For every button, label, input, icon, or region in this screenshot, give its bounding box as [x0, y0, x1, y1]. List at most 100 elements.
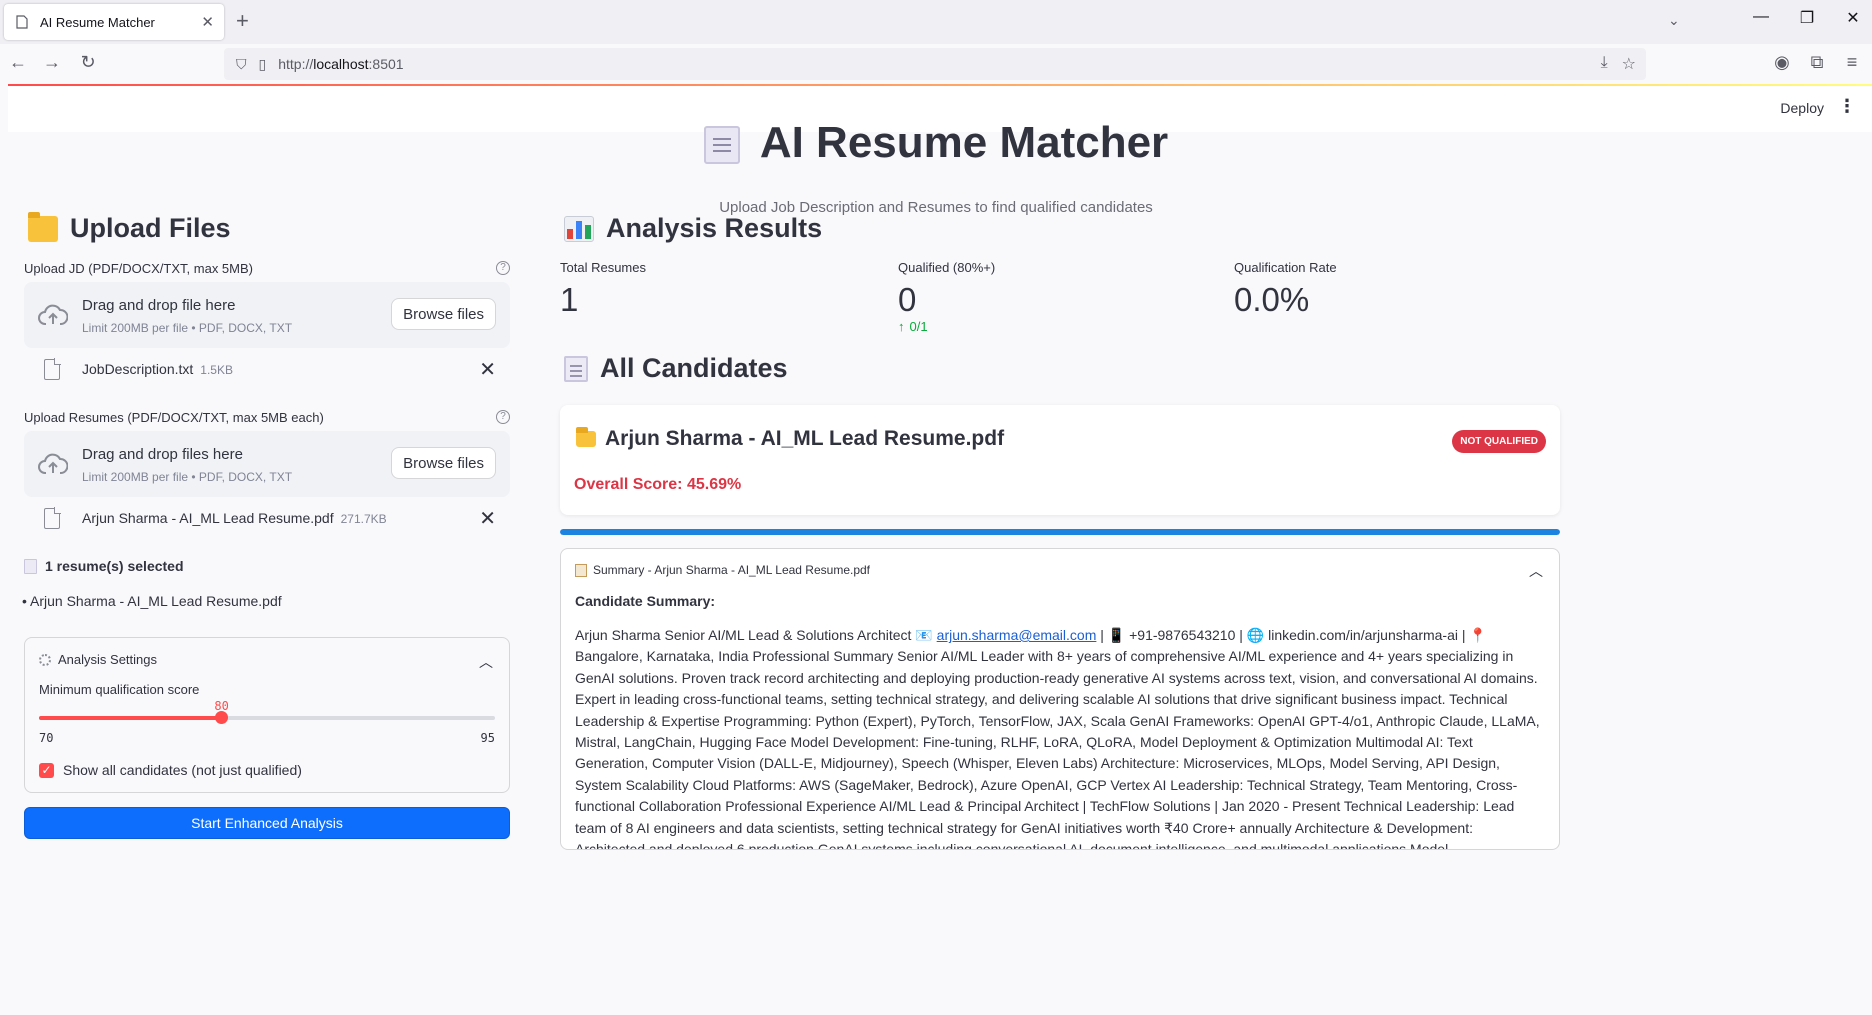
checkbox-checked-icon[interactable]: ✓ — [39, 762, 54, 778]
start-analysis-button[interactable]: Start Enhanced Analysis — [24, 807, 510, 839]
page-icon — [14, 14, 30, 30]
score-progress-bar — [560, 529, 1560, 535]
resumes-upload-label: Upload Resumes (PDF/DOCX/TXT, max 5MB ea… — [24, 410, 324, 425]
summary-header-text: Summary - Arjun Sharma - AI_ML Lead Resu… — [593, 563, 871, 577]
jd-drop-limit: Limit 200MB per file • PDF, DOCX, TXT — [82, 321, 293, 335]
jd-browse-button[interactable]: Browse files — [391, 298, 496, 330]
metric-label: Qualification Rate — [1234, 260, 1337, 275]
cloud-upload-icon — [38, 453, 68, 474]
chevron-up-icon[interactable]: ︿ — [479, 652, 493, 672]
selected-count: 1 resume(s) selected — [24, 558, 184, 574]
summary-text-part: | 📱 +91-9876543210 | 🌐 linkedin.com/in/a… — [575, 627, 1540, 850]
results-heading: Analysis Results — [564, 213, 822, 244]
candidate-title-text: Arjun Sharma - AI_ML Lead Resume.pdf — [605, 427, 1005, 450]
help-icon[interactable]: ? — [496, 410, 510, 424]
jd-file-size: 1.5KB — [200, 363, 233, 377]
app-root: Deploy ⋮ AI Resume Matcher Upload Job De… — [8, 84, 1872, 1015]
bar-chart-icon — [564, 215, 594, 242]
reload-icon[interactable]: ↻ — [76, 52, 100, 73]
new-tab-button[interactable]: + — [236, 10, 249, 32]
forward-arrow-icon[interactable]: → — [40, 52, 64, 73]
resumes-drop-title: Drag and drop files here — [82, 446, 243, 463]
menu-icon[interactable]: ≡ — [1840, 52, 1864, 73]
deploy-button[interactable]: Deploy — [1780, 100, 1824, 116]
restore-window-button[interactable]: ❐ — [1792, 8, 1822, 28]
resume-file-name-text: Arjun Sharma - AI_ML Lead Resume.pdf — [82, 510, 334, 526]
jd-file-name-text: JobDescription.txt — [82, 361, 194, 377]
browser-tab[interactable]: AI Resume Matcher ✕ — [4, 4, 224, 40]
analysis-settings-title: Analysis Settings — [58, 652, 157, 667]
upload-heading-text: Upload Files — [70, 213, 231, 243]
metric-label: Total Resumes — [560, 260, 646, 275]
url-host: localhost — [313, 56, 369, 72]
summary-expander: Summary - Arjun Sharma - AI_ML Lead Resu… — [560, 548, 1560, 850]
slider-max: 95 — [480, 731, 495, 745]
file-icon — [44, 358, 61, 380]
resumes-browse-button[interactable]: Browse files — [391, 447, 496, 479]
document-icon — [564, 355, 588, 382]
memo-icon — [575, 563, 587, 577]
file-icon — [44, 507, 61, 529]
back-arrow-icon[interactable]: ← — [6, 52, 30, 73]
metric-label: Qualified (80%+) — [898, 260, 996, 275]
candidate-title: Arjun Sharma - AI_ML Lead Resume.pdf — [576, 427, 1004, 451]
browser-nav-bar: ← → ↻ ⛉ ▯ http://localhost:8501 ⤓ ☆ ◉ ⧉ … — [0, 44, 1872, 84]
show-all-checkbox[interactable]: ✓ Show all candidates (not just qualifie… — [39, 762, 302, 778]
metric-value: 0 — [898, 281, 917, 318]
resumes-dropzone[interactable]: Drag and drop files here Limit 200MB per… — [24, 431, 510, 497]
folder-icon — [28, 211, 58, 242]
metric-delta-text: 0/1 — [909, 319, 928, 334]
summary-text: Arjun Sharma Senior AI/ML Lead & Solutio… — [575, 625, 1545, 850]
account-icon[interactable]: ◉ — [1770, 52, 1794, 73]
analysis-settings-expander: Analysis Settings ︿ Minimum qualificatio… — [24, 637, 510, 793]
page-info-icon[interactable]: ▯ — [259, 56, 267, 73]
summary-header[interactable]: Summary - Arjun Sharma - AI_ML Lead Resu… — [575, 563, 870, 577]
metric-value: 0.0% — [1234, 281, 1310, 318]
document-icon — [24, 558, 37, 574]
metric-value: 1 — [560, 281, 579, 318]
email-link[interactable]: arjun.sharma@email.com — [937, 627, 1097, 643]
resume-file-row: Arjun Sharma - AI_ML Lead Resume.pdf 271.… — [24, 500, 510, 540]
summary-text-part: Arjun Sharma Senior AI/ML Lead & Solutio… — [575, 627, 937, 643]
jd-drop-title: Drag and drop file here — [82, 297, 236, 314]
document-icon — [703, 126, 740, 165]
extensions-icon[interactable]: ⧉ — [1805, 52, 1829, 73]
resumes-drop-limit: Limit 200MB per file • PDF, DOCX, TXT — [82, 470, 293, 484]
tab-title: AI Resume Matcher — [40, 14, 155, 30]
metric-rate: Qualification Rate 0.0% — [1234, 260, 1337, 319]
gear-icon — [39, 653, 51, 666]
upload-heading: Upload Files — [28, 211, 231, 244]
candidates-heading-text: All Candidates — [600, 353, 788, 383]
url-scheme: http:// — [278, 56, 314, 72]
jd-dropzone[interactable]: Drag and drop file here Limit 200MB per … — [24, 282, 510, 348]
qualification-slider[interactable] — [39, 711, 495, 724]
jd-file-name: JobDescription.txt 1.5KB — [82, 361, 233, 377]
metric-delta: ↑ 0/1 — [898, 319, 928, 334]
url-port: :8501 — [368, 56, 404, 72]
overall-score: Overall Score: 45.69% — [574, 476, 742, 493]
slider-min: 70 — [39, 731, 54, 745]
slider-thumb[interactable] — [215, 711, 229, 724]
remove-jd-file-icon[interactable]: ✕ — [479, 357, 496, 382]
list-tabs-icon[interactable]: ⌄ — [1668, 12, 1680, 29]
chevron-up-icon[interactable]: ︿ — [1529, 561, 1543, 581]
summary-subheading: Candidate Summary: — [575, 593, 716, 609]
main-menu-icon[interactable]: ⋮ — [1838, 96, 1856, 117]
address-bar[interactable]: ⛉ ▯ http://localhost:8501 ⤓ ☆ — [224, 48, 1646, 80]
page-subtitle: Upload Job Description and Resumes to fi… — [719, 199, 1153, 216]
bookmark-star-icon[interactable]: ☆ — [1622, 54, 1636, 74]
remove-resume-file-icon[interactable]: ✕ — [479, 506, 496, 531]
page-title: AI Resume Matcher — [0, 118, 1872, 168]
analysis-settings-header[interactable]: Analysis Settings — [39, 652, 157, 667]
jd-upload-label: Upload JD (PDF/DOCX/TXT, max 5MB) — [24, 261, 253, 276]
download-icon[interactable]: ⤓ — [1601, 54, 1608, 74]
close-window-button[interactable]: ✕ — [1838, 8, 1868, 28]
help-icon[interactable]: ? — [496, 261, 510, 275]
slider-label: Minimum qualification score — [39, 682, 200, 697]
close-tab-icon[interactable]: ✕ — [201, 13, 214, 31]
metric-qualified: Qualified (80%+) 0 — [898, 260, 995, 319]
shield-icon[interactable]: ⛉ — [236, 56, 247, 73]
minimize-window-button[interactable]: — — [1746, 8, 1776, 26]
page-title-text: AI Resume Matcher — [759, 118, 1169, 167]
show-all-checkbox-label: Show all candidates (not just qualified) — [63, 762, 302, 778]
